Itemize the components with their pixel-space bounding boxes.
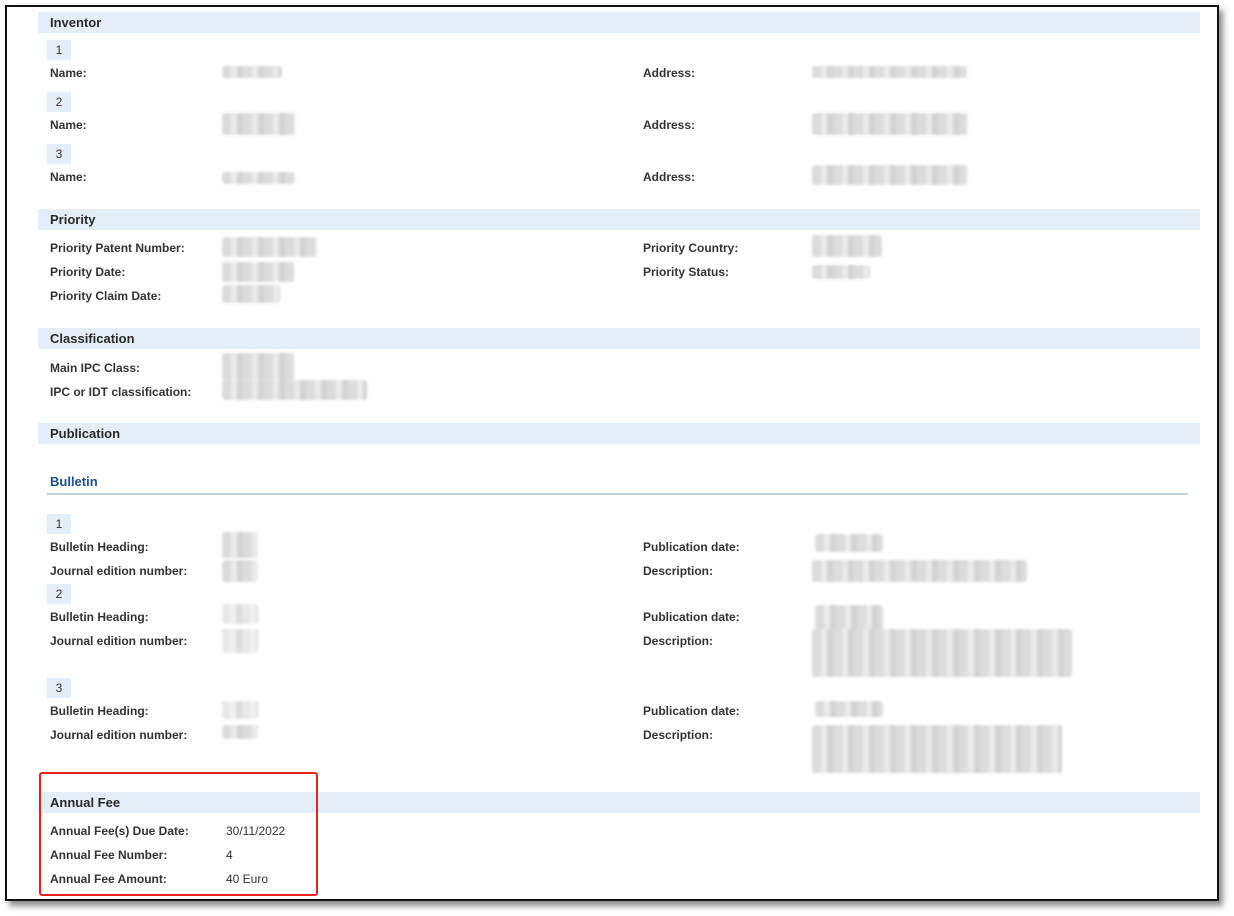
bulletin-number-badge: 3 bbox=[47, 678, 71, 698]
redacted-value bbox=[812, 165, 967, 185]
bulletin-heading-label: Bulletin Heading: bbox=[50, 704, 149, 718]
priority-status-label: Priority Status: bbox=[643, 265, 730, 279]
description-label: Description: bbox=[643, 728, 714, 742]
patent-details-panel: Inventor 1 Name: Address: 2 Name: Addres… bbox=[5, 5, 1219, 901]
priority-claim-date-label: Priority Claim Date: bbox=[50, 289, 162, 303]
description-label: Description: bbox=[643, 634, 714, 648]
journal-edition-number-label: Journal edition number: bbox=[50, 564, 188, 578]
redacted-value bbox=[222, 380, 367, 400]
journal-edition-number-label: Journal edition number: bbox=[50, 728, 188, 742]
redacted-value bbox=[222, 701, 258, 719]
inventor-name-label: Name: bbox=[50, 118, 87, 132]
redacted-value bbox=[222, 560, 258, 582]
annual-fee-highlight-box bbox=[39, 772, 318, 896]
bulletin-divider bbox=[47, 493, 1188, 495]
inventor-number-badge: 3 bbox=[47, 144, 71, 164]
inventor-number-badge: 2 bbox=[47, 92, 71, 112]
bulletin-number-badge: 1 bbox=[47, 514, 71, 534]
redacted-value bbox=[222, 604, 258, 624]
section-header-priority: Priority bbox=[38, 209, 1200, 230]
bulletin-subtitle: Bulletin bbox=[50, 474, 98, 489]
redacted-value bbox=[812, 560, 1027, 582]
redacted-value bbox=[812, 113, 967, 135]
bulletin-number-badge: 2 bbox=[47, 584, 71, 604]
inventor-address-label: Address: bbox=[643, 170, 696, 184]
ipc-idt-classification-label: IPC or IDT classification: bbox=[50, 385, 192, 399]
redacted-value bbox=[815, 605, 883, 631]
redacted-value bbox=[815, 534, 883, 552]
bulletin-heading-label: Bulletin Heading: bbox=[50, 540, 149, 554]
main-ipc-class-label: Main IPC Class: bbox=[50, 361, 141, 375]
redacted-value bbox=[222, 353, 294, 381]
publication-date-label: Publication date: bbox=[643, 540, 740, 554]
redacted-value bbox=[812, 66, 967, 78]
redacted-value bbox=[812, 629, 1072, 677]
priority-date-label: Priority Date: bbox=[50, 265, 126, 279]
inventor-address-label: Address: bbox=[643, 118, 696, 132]
redacted-value bbox=[222, 237, 317, 257]
redacted-value bbox=[222, 285, 280, 303]
priority-patent-number-label: Priority Patent Number: bbox=[50, 241, 185, 255]
inventor-name-label: Name: bbox=[50, 66, 87, 80]
inventor-number-badge: 1 bbox=[47, 40, 71, 60]
redacted-value bbox=[812, 235, 882, 257]
redacted-value bbox=[222, 262, 294, 282]
redacted-value bbox=[222, 172, 295, 184]
publication-date-label: Publication date: bbox=[643, 704, 740, 718]
inventor-address-label: Address: bbox=[643, 66, 696, 80]
section-header-classification: Classification bbox=[38, 328, 1200, 349]
description-label: Description: bbox=[643, 564, 714, 578]
journal-edition-number-label: Journal edition number: bbox=[50, 634, 188, 648]
publication-date-label: Publication date: bbox=[643, 610, 740, 624]
inventor-name-label: Name: bbox=[50, 170, 87, 184]
redacted-value bbox=[222, 629, 258, 653]
redacted-value bbox=[222, 532, 258, 558]
redacted-value bbox=[222, 725, 258, 739]
redacted-value bbox=[812, 725, 1062, 773]
redacted-value bbox=[222, 113, 295, 135]
redacted-value bbox=[815, 701, 883, 717]
bulletin-heading-label: Bulletin Heading: bbox=[50, 610, 149, 624]
section-header-publication: Publication bbox=[38, 423, 1200, 444]
redacted-value bbox=[812, 265, 870, 279]
section-header-inventor: Inventor bbox=[38, 12, 1200, 33]
redacted-value bbox=[222, 66, 282, 78]
priority-country-label: Priority Country: bbox=[643, 241, 739, 255]
